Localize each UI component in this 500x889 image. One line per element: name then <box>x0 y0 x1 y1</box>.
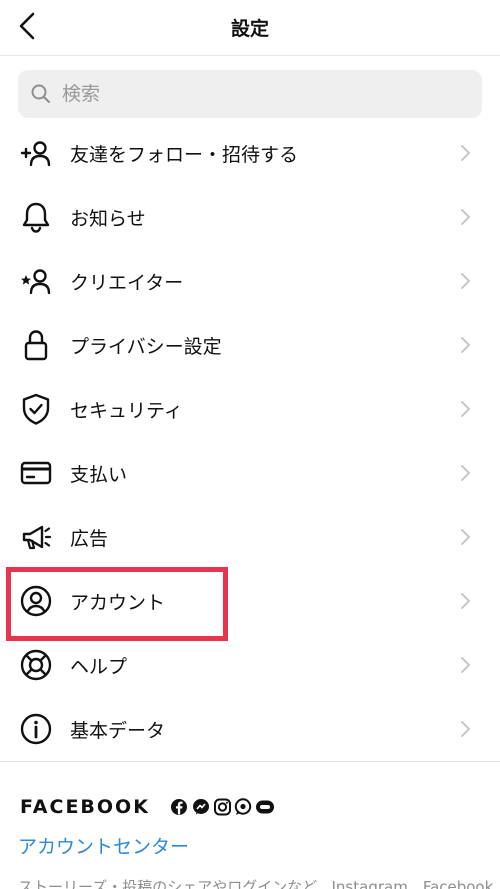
chevron-right-icon <box>461 721 470 737</box>
facebook-wordmark: FACEBOOK <box>20 796 150 818</box>
highlight-annotation <box>6 567 228 641</box>
footer-note: ストーリーズ・投稿のシェアやログインなど、Instagram、Facebook <box>18 878 494 889</box>
menu-item-security[interactable]: セキュリティ <box>0 377 500 441</box>
instagram-icon <box>214 798 231 816</box>
menu-item-label: 基本データ <box>70 720 166 742</box>
menu-item-label: ヘルプ <box>70 656 128 678</box>
menu-item-label: 支払い <box>70 464 128 486</box>
portal-icon <box>256 800 274 814</box>
chevron-right-icon <box>461 593 470 609</box>
chevron-right-icon <box>461 209 470 225</box>
messenger-icon <box>193 799 209 815</box>
shield-check-icon <box>22 393 50 425</box>
menu-item-label: 広告 <box>70 528 109 550</box>
menu-item-ads[interactable]: 広告 <box>0 505 500 569</box>
menu-item-label: お知らせ <box>70 208 146 230</box>
divider <box>0 761 500 762</box>
top-bar: 設定 <box>0 0 500 56</box>
menu-item-help[interactable]: ヘルプ <box>0 633 500 697</box>
chevron-right-icon <box>461 145 470 161</box>
menu-item-label: セキュリティ <box>70 400 183 422</box>
search-input[interactable] <box>62 70 462 118</box>
menu-item-about[interactable]: 基本データ <box>0 697 500 761</box>
chevron-right-icon <box>461 401 470 417</box>
add-person-icon <box>20 141 51 167</box>
menu-item-payments[interactable]: 支払い <box>0 441 500 505</box>
lifebuoy-icon <box>20 649 52 681</box>
search-icon <box>31 84 50 103</box>
account-center-link[interactable]: アカウントセンター <box>18 832 189 859</box>
chevron-right-icon <box>461 337 470 353</box>
meta-apps-icons <box>171 798 274 816</box>
credit-card-icon <box>20 461 52 485</box>
chevron-right-icon <box>461 465 470 481</box>
facebook-icon <box>171 799 187 815</box>
chevron-right-icon <box>461 273 470 289</box>
menu-item-creator[interactable]: クリエイター <box>0 249 500 313</box>
menu-item-label: クリエイター <box>70 272 184 294</box>
info-icon <box>20 713 52 745</box>
bell-icon <box>22 202 50 233</box>
search-bar[interactable] <box>18 70 482 118</box>
whatsapp-icon <box>234 798 252 815</box>
menu-item-privacy[interactable]: プライバシー設定 <box>0 313 500 377</box>
menu-item-notifications[interactable]: お知らせ <box>0 185 500 249</box>
menu-item-follow-invite[interactable]: 友達をフォロー・招待する <box>0 121 500 185</box>
menu-item-label: 友達をフォロー・招待する <box>70 144 299 166</box>
chevron-right-icon <box>461 529 470 545</box>
lock-icon <box>24 330 48 361</box>
megaphone-icon <box>22 525 52 550</box>
creator-star-person-icon <box>21 269 51 295</box>
chevron-right-icon <box>461 657 470 673</box>
menu-item-label: プライバシー設定 <box>70 336 222 358</box>
page-title: 設定 <box>230 18 269 40</box>
